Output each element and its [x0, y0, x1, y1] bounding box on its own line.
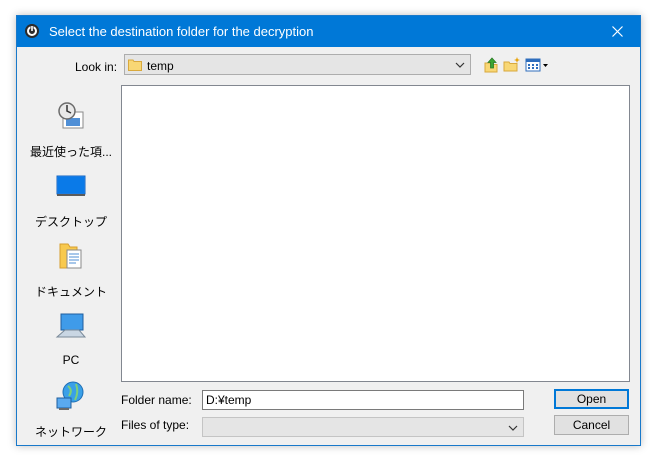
close-button[interactable]: [594, 16, 640, 47]
look-in-dropdown[interactable]: temp: [124, 54, 471, 75]
folder-select-dialog: Select the destination folder for the de…: [16, 15, 641, 446]
place-pc[interactable]: PC: [27, 310, 115, 372]
place-label: 最近使った項...: [29, 145, 112, 159]
place-network[interactable]: ネットワーク: [27, 380, 115, 442]
folder-name-input[interactable]: [202, 390, 524, 410]
look-in-label: Look in:: [75, 60, 118, 74]
chevron-down-icon: [455, 62, 465, 68]
folder-name-label: Folder name:: [121, 393, 192, 407]
files-of-type-dropdown[interactable]: [202, 417, 524, 437]
place-documents[interactable]: ドキュメント: [27, 240, 115, 302]
recent-places-icon: [58, 102, 84, 129]
close-icon: [611, 26, 623, 37]
app-icon: [25, 24, 39, 38]
title-bar[interactable]: Select the destination folder for the de…: [17, 16, 640, 47]
places-bar: 最近使った項... デスクトップ ドキュメント PC ネットワーク: [27, 86, 115, 439]
new-folder-icon[interactable]: [503, 56, 521, 74]
look-in-value: temp: [147, 59, 174, 73]
chevron-down-icon: [508, 425, 518, 431]
folder-icon: [128, 59, 142, 71]
place-recent[interactable]: 最近使った項...: [27, 100, 115, 162]
open-button[interactable]: Open: [554, 389, 629, 409]
cancel-button[interactable]: Cancel: [554, 415, 629, 435]
view-menu-icon[interactable]: [525, 56, 551, 74]
files-of-type-label: Files of type:: [121, 418, 190, 432]
window-title: Select the destination folder for the de…: [49, 24, 314, 39]
network-icon: [56, 381, 84, 410]
place-label: デスクトップ: [34, 215, 107, 229]
place-label: ネットワーク: [34, 425, 107, 439]
up-folder-icon[interactable]: [483, 56, 501, 74]
desktop-icon: [56, 175, 86, 196]
place-desktop[interactable]: デスクトップ: [27, 170, 115, 232]
file-list-pane[interactable]: [121, 85, 630, 382]
computer-icon: [55, 313, 87, 338]
place-label: PC: [62, 353, 80, 367]
documents-icon: [59, 243, 82, 269]
place-label: ドキュメント: [34, 285, 107, 299]
